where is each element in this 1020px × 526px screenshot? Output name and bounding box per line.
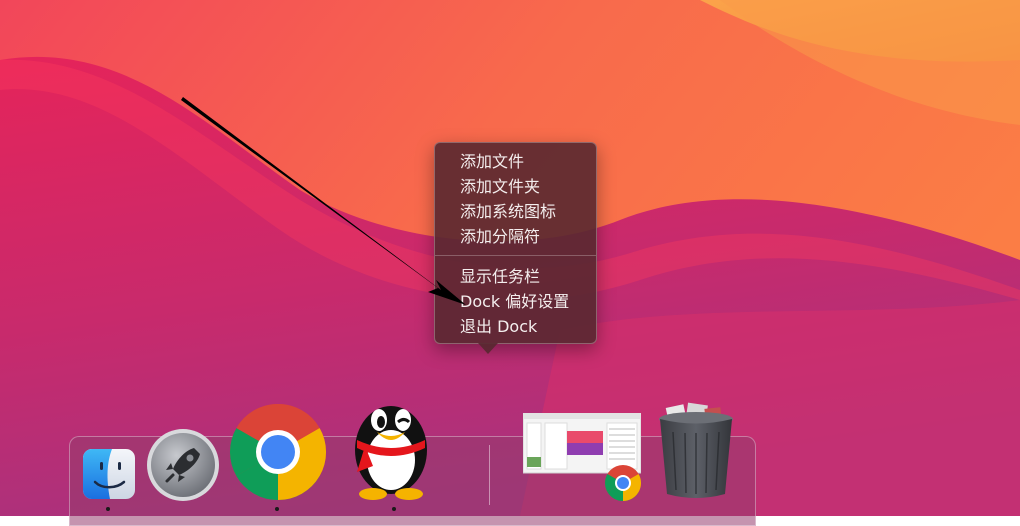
menu-item-show-taskbar[interactable]: 显示任务栏 <box>435 264 596 289</box>
finder-icon[interactable] <box>82 448 136 500</box>
chrome-window-preview[interactable] <box>522 412 642 505</box>
menu-item-dock-preferences[interactable]: Dock 偏好设置 <box>435 289 596 314</box>
trash-icon[interactable] <box>657 402 735 502</box>
dock-divider <box>489 445 490 505</box>
menu-item-quit-dock[interactable]: 退出 Dock <box>435 314 596 339</box>
menu-item-add-file[interactable]: 添加文件 <box>435 149 596 174</box>
finder-running-indicator <box>106 507 110 511</box>
qq-running-indicator <box>392 507 396 511</box>
menu-item-add-system-icon[interactable]: 添加系统图标 <box>435 199 596 224</box>
launchpad-icon[interactable] <box>146 428 220 502</box>
qq-icon[interactable] <box>343 380 439 502</box>
menu-item-add-separator[interactable]: 添加分隔符 <box>435 224 596 249</box>
menu-separator <box>435 255 596 256</box>
chrome-running-indicator <box>275 507 279 511</box>
menu-item-add-folder[interactable]: 添加文件夹 <box>435 174 596 199</box>
chrome-icon[interactable] <box>228 402 328 502</box>
dock-context-menu: 添加文件 添加文件夹 添加系统图标 添加分隔符 显示任务栏 Dock 偏好设置 … <box>434 142 597 344</box>
menu-pointer <box>478 343 498 354</box>
